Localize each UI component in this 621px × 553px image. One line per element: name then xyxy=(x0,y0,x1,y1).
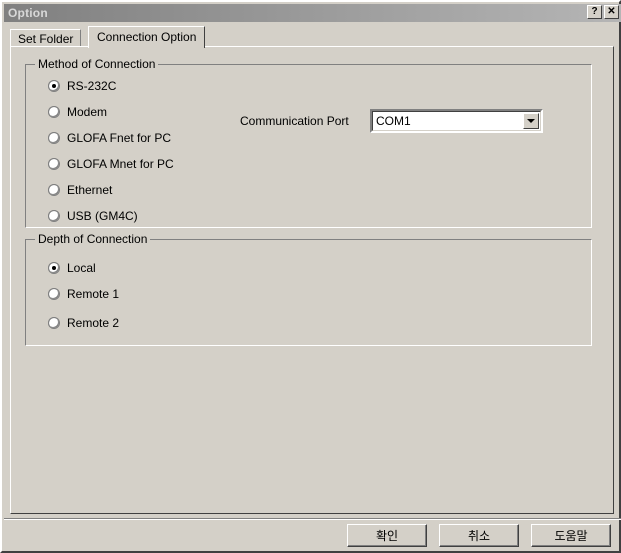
radio-local[interactable]: Local xyxy=(48,261,96,275)
radio-remote-1-label: Remote 1 xyxy=(67,287,120,301)
tab-strip: Set Folder Connection Option xyxy=(10,26,614,48)
radio-remote-1-mark xyxy=(48,288,60,300)
help-push-button[interactable]: 도움말 xyxy=(531,524,611,547)
title-bar-buttons: ? ✕ xyxy=(587,5,619,19)
radio-glofa-mnet[interactable]: GLOFA Mnet for PC xyxy=(48,157,174,171)
footer-separator xyxy=(4,518,621,520)
radio-usb-gm4c-label: USB (GM4C) xyxy=(67,209,138,223)
radio-rs232c-label: RS-232C xyxy=(67,79,117,93)
communication-port-combo-inner: COM1 xyxy=(372,111,541,131)
radio-rs232c-mark xyxy=(48,80,60,92)
title-bar: Option ? ✕ xyxy=(4,4,621,22)
help-button[interactable]: ? xyxy=(587,5,602,19)
radio-modem[interactable]: Modem xyxy=(48,105,107,119)
method-of-connection-title: Method of Connection xyxy=(35,58,159,71)
radio-remote-1[interactable]: Remote 1 xyxy=(48,287,119,301)
radio-usb-gm4c[interactable]: USB (GM4C) xyxy=(48,209,138,223)
radio-modem-label: Modem xyxy=(67,105,108,119)
radio-ethernet-label: Ethernet xyxy=(67,183,113,197)
ok-button-label: 확인 xyxy=(375,529,399,543)
radio-modem-mark xyxy=(48,106,60,118)
tab-connection-option[interactable]: Connection Option xyxy=(88,26,206,48)
radio-usb-gm4c-mark xyxy=(48,210,60,222)
radio-rs232c[interactable]: RS-232C xyxy=(48,79,116,93)
communication-port-label: Communication Port xyxy=(240,114,349,128)
close-button[interactable]: ✕ xyxy=(604,5,619,19)
radio-local-mark xyxy=(48,262,60,274)
communication-port-combo[interactable]: COM1 xyxy=(370,109,543,133)
ok-button[interactable]: 확인 xyxy=(347,524,427,547)
help-button-label: 도움말 xyxy=(554,529,588,543)
cancel-button[interactable]: 취소 xyxy=(439,524,519,547)
radio-glofa-fnet-label: GLOFA Fnet for PC xyxy=(67,131,172,145)
method-of-connection-groupbox: Method of Connection RS-232C Modem GLOFA… xyxy=(25,58,592,228)
radio-remote-2-label: Remote 2 xyxy=(67,316,120,330)
depth-of-connection-title: Depth of Connection xyxy=(35,233,151,246)
radio-remote-2-mark xyxy=(48,317,60,329)
tab-set-folder[interactable]: Set Folder xyxy=(10,29,82,47)
radio-local-label: Local xyxy=(67,261,96,275)
communication-port-value: COM1 xyxy=(376,114,411,128)
radio-glofa-mnet-mark xyxy=(48,158,60,170)
option-dialog: Option ? ✕ Set Folder Connection Option … xyxy=(0,0,621,553)
tab-page-connection-option: Method of Connection RS-232C Modem GLOFA… xyxy=(10,46,614,514)
cancel-button-label: 취소 xyxy=(467,529,491,543)
radio-ethernet[interactable]: Ethernet xyxy=(48,183,112,197)
combo-arrow-glyph xyxy=(527,119,535,123)
depth-of-connection-groupbox: Depth of Connection Local Remote 1 Remot… xyxy=(25,233,592,346)
radio-glofa-fnet-mark xyxy=(48,132,60,144)
radio-glofa-fnet[interactable]: GLOFA Fnet for PC xyxy=(48,131,171,145)
window-title: Option xyxy=(8,6,48,20)
radio-ethernet-mark xyxy=(48,184,60,196)
radio-remote-2[interactable]: Remote 2 xyxy=(48,316,119,330)
chevron-down-icon[interactable] xyxy=(523,113,539,129)
radio-glofa-mnet-label: GLOFA Mnet for PC xyxy=(67,157,174,171)
